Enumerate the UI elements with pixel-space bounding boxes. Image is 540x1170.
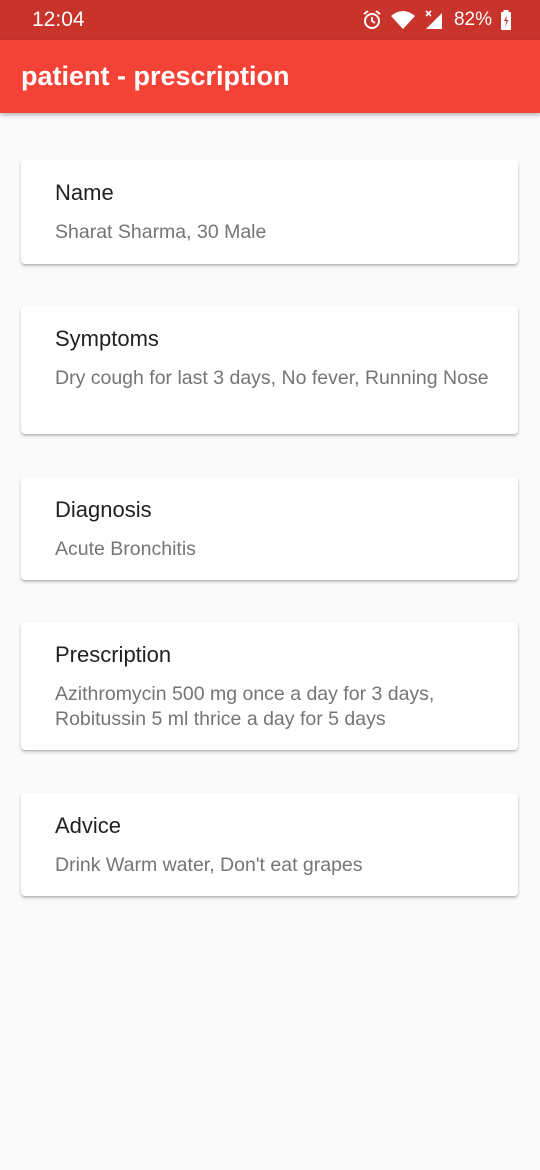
diagnosis-value: Acute Bronchitis	[55, 538, 196, 560]
name-value: Sharat Sharma, 30 Male	[55, 221, 267, 243]
advice-card: Advice Drink Warm water, Don't eat grape…	[21, 793, 518, 896]
symptoms-label: Symptoms	[55, 326, 159, 351]
advice-value: Drink Warm water, Don't eat grapes	[55, 854, 363, 876]
advice-label: Advice	[55, 813, 122, 838]
prescription-value: Azithromycin 500 mg once a day for 3 day…	[55, 683, 435, 730]
app-bar: patient - prescription	[0, 40, 540, 113]
status-icons: 82%	[354, 8, 512, 32]
page-title: patient - prescription	[21, 61, 290, 91]
name-card: Name Sharat Sharma, 30 Male	[21, 160, 518, 264]
alarm-icon	[362, 9, 382, 31]
diagnosis-label: Diagnosis	[55, 497, 152, 522]
battery-icon	[500, 9, 512, 31]
symptoms-value: Dry cough for last 3 days, No fever, Run…	[55, 367, 489, 389]
battery-percentage: 82%	[453, 9, 492, 30]
symptoms-card: Symptoms Dry cough for last 3 days, No f…	[21, 306, 518, 434]
status-time: 12:04	[32, 8, 85, 31]
prescription-card: Prescription Azithromycin 500 mg once a …	[21, 622, 518, 750]
signal-icon	[424, 9, 444, 31]
wifi-icon	[390, 9, 416, 31]
diagnosis-card: Diagnosis Acute Bronchitis	[21, 477, 518, 580]
prescription-label: Prescription	[55, 642, 172, 667]
name-label: Name	[55, 180, 114, 205]
status-bar: 12:04 82%	[0, 0, 540, 40]
